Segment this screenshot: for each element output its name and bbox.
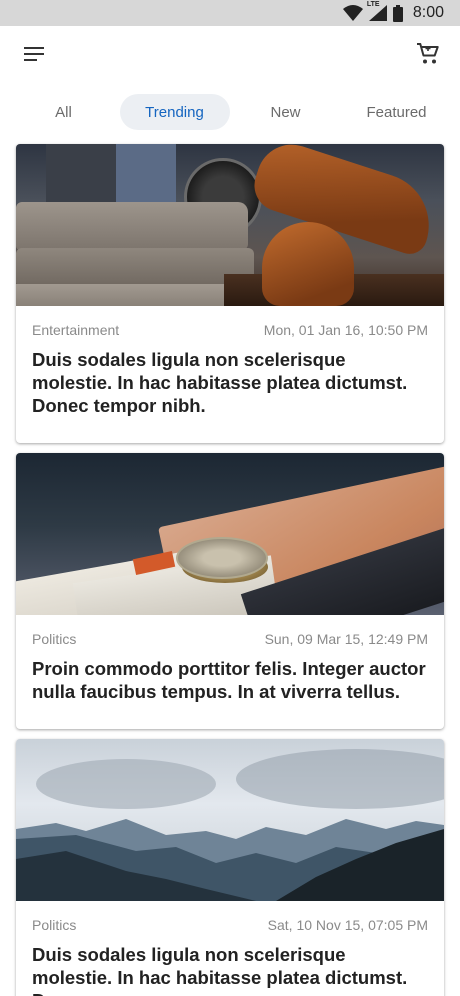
tab-new[interactable]: New [231, 94, 341, 130]
article-category: Entertainment [32, 322, 120, 338]
article-headline: Duis sodales ligula non scelerisque mole… [32, 944, 408, 996]
article-image-clothes-shoes [16, 144, 444, 306]
cellular-signal-icon: LTE [367, 1, 387, 21]
article-date: Sat, 10 Nov 15, 07:05 PM [267, 917, 428, 933]
tab-featured[interactable]: Featured [342, 94, 452, 130]
article-feed: Entertainment Mon, 01 Jan 16, 10:50 PM D… [0, 144, 460, 996]
wifi-icon [342, 5, 363, 21]
category-tabs: All Trending New Featured [0, 86, 460, 138]
article-category: Politics [32, 917, 77, 933]
battery-icon [392, 4, 403, 22]
article-card[interactable]: Politics Sat, 10 Nov 15, 07:05 PM Duis s… [16, 739, 444, 996]
cart-icon [416, 42, 440, 71]
menu-icon [24, 46, 44, 66]
menu-button[interactable] [20, 42, 48, 70]
article-card[interactable]: Entertainment Mon, 01 Jan 16, 10:50 PM D… [16, 144, 444, 443]
article-image-mountains [16, 739, 444, 901]
app-bar [0, 26, 460, 86]
article-card[interactable]: Politics Sun, 09 Mar 15, 12:49 PM Proin … [16, 453, 444, 729]
tab-trending[interactable]: Trending [119, 94, 230, 130]
article-image-money-tickets [16, 453, 444, 615]
network-label: LTE [366, 1, 380, 8]
article-headline: Duis sodales ligula non scelerisque mole… [32, 349, 408, 416]
status-time: 8:00 [412, 4, 444, 21]
article-headline: Proin commodo porttitor felis. Integer a… [32, 658, 426, 702]
status-bar: LTE 8:00 [0, 0, 460, 26]
article-category: Politics [32, 631, 77, 647]
article-date: Sun, 09 Mar 15, 12:49 PM [264, 631, 428, 647]
article-date: Mon, 01 Jan 16, 10:50 PM [263, 322, 428, 338]
cart-button[interactable] [414, 42, 442, 70]
tab-all[interactable]: All [9, 94, 119, 130]
